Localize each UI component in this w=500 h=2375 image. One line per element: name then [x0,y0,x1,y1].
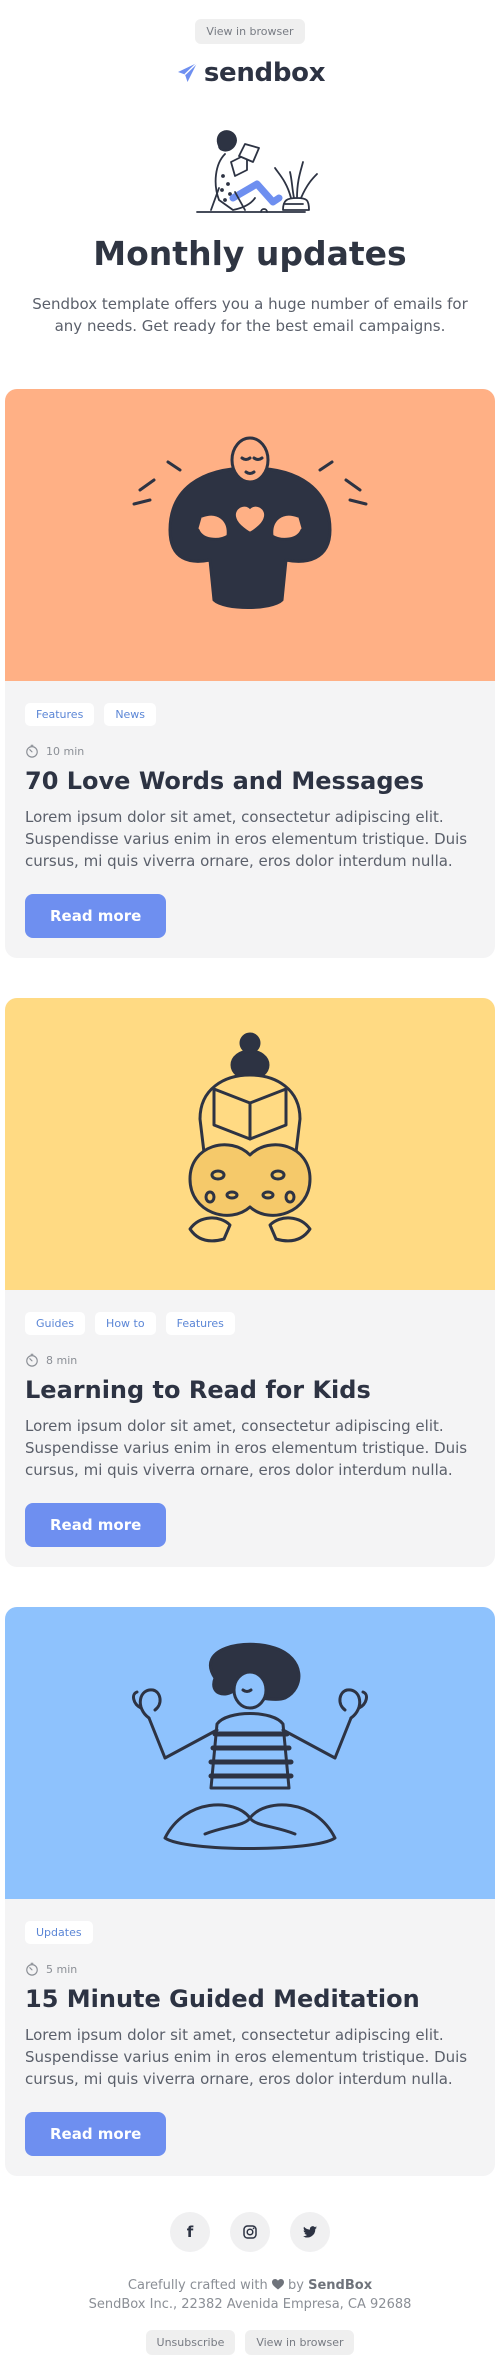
read-more-button[interactable]: Read more [25,894,167,938]
brand-name: SendBox [308,2278,373,2293]
tag[interactable]: News [104,703,157,726]
twitter-icon[interactable] [290,2212,330,2252]
credit-prefix: Carefully crafted with [127,2278,268,2293]
page-subtitle: Sendbox template offers you a huge numbe… [32,295,468,335]
tag[interactable]: Features [165,1312,235,1335]
reading-woman-icon [196,130,318,213]
read-time: 8 min [25,1353,475,1367]
article-text: Lorem ipsum dolor sit amet, consectetur … [25,2026,468,2088]
meditating-person-icon [132,1642,368,1850]
logo-text: sendbox [203,58,326,88]
article-image[interactable] [5,1607,495,1899]
logo[interactable]: sendbox [0,56,500,90]
read-time: 5 min [25,1962,475,1976]
article-image[interactable] [5,389,495,681]
heart-hands-person-icon [132,436,368,609]
social-links: f [0,2212,500,2252]
paper-plane-icon [177,62,198,82]
article-title[interactable]: 15 Minute Guided Meditation [25,1984,475,2014]
tag[interactable]: Guides [25,1312,86,1335]
timer-icon [26,1962,38,1976]
tag[interactable]: Features [25,703,95,726]
tag-list: Updates [25,1921,475,1944]
read-more-button[interactable]: Read more [25,2112,167,2156]
credit-by: by [288,2278,304,2293]
article-text: Lorem ipsum dolor sit amet, consectetur … [25,1417,468,1479]
tag[interactable]: Updates [25,1921,93,1944]
view-in-browser-link[interactable]: View in browser [195,19,305,44]
article-body: Features News 10 min 70 Love Words and M… [5,681,495,958]
article-body: Updates 5 min 15 Minute Guided Meditatio… [5,1899,495,2176]
article-body: Guides How to Features 8 min Learning to… [5,1290,495,1567]
tag-list: Guides How to Features [25,1312,475,1335]
heart-icon [271,2279,284,2290]
read-time-label: 8 min [46,1353,78,1367]
reading-kid-icon [188,1032,312,1243]
read-more-button[interactable]: Read more [25,1503,167,1547]
article-title[interactable]: 70 Love Words and Messages [25,766,475,796]
read-time-label: 10 min [46,744,85,758]
credit-line: Carefully crafted with by SendBox [0,2276,500,2295]
page-title: Monthly updates [93,234,407,273]
read-time: 10 min [25,744,475,758]
article-title[interactable]: Learning to Read for Kids [25,1375,475,1405]
tag-list: Features News [25,703,475,726]
email-footer: f Carefully crafted with by SendBox Send… [0,2176,500,2375]
timer-icon [26,1353,38,1367]
article-image[interactable] [5,998,495,1290]
email-page: View in browser sendbox Monthly updates … [0,0,500,2375]
article-card: Guides How to Features 8 min Learning to… [5,998,495,1567]
article-card: Features News 10 min 70 Love Words and M… [5,389,495,958]
read-time-label: 5 min [46,1962,78,1976]
timer-icon [26,744,38,758]
facebook-icon[interactable]: f [170,2212,210,2252]
article-card: Updates 5 min 15 Minute Guided Meditatio… [5,1607,495,2176]
email-header: View in browser sendbox [0,0,500,90]
instagram-icon[interactable] [230,2212,270,2252]
tag[interactable]: How to [95,1312,156,1335]
company-address: SendBox Inc., 22382 Avenida Empresa, CA … [88,2297,412,2312]
reading-woman-illustration [0,126,500,218]
article-text: Lorem ipsum dolor sit amet, consectetur … [25,808,468,870]
